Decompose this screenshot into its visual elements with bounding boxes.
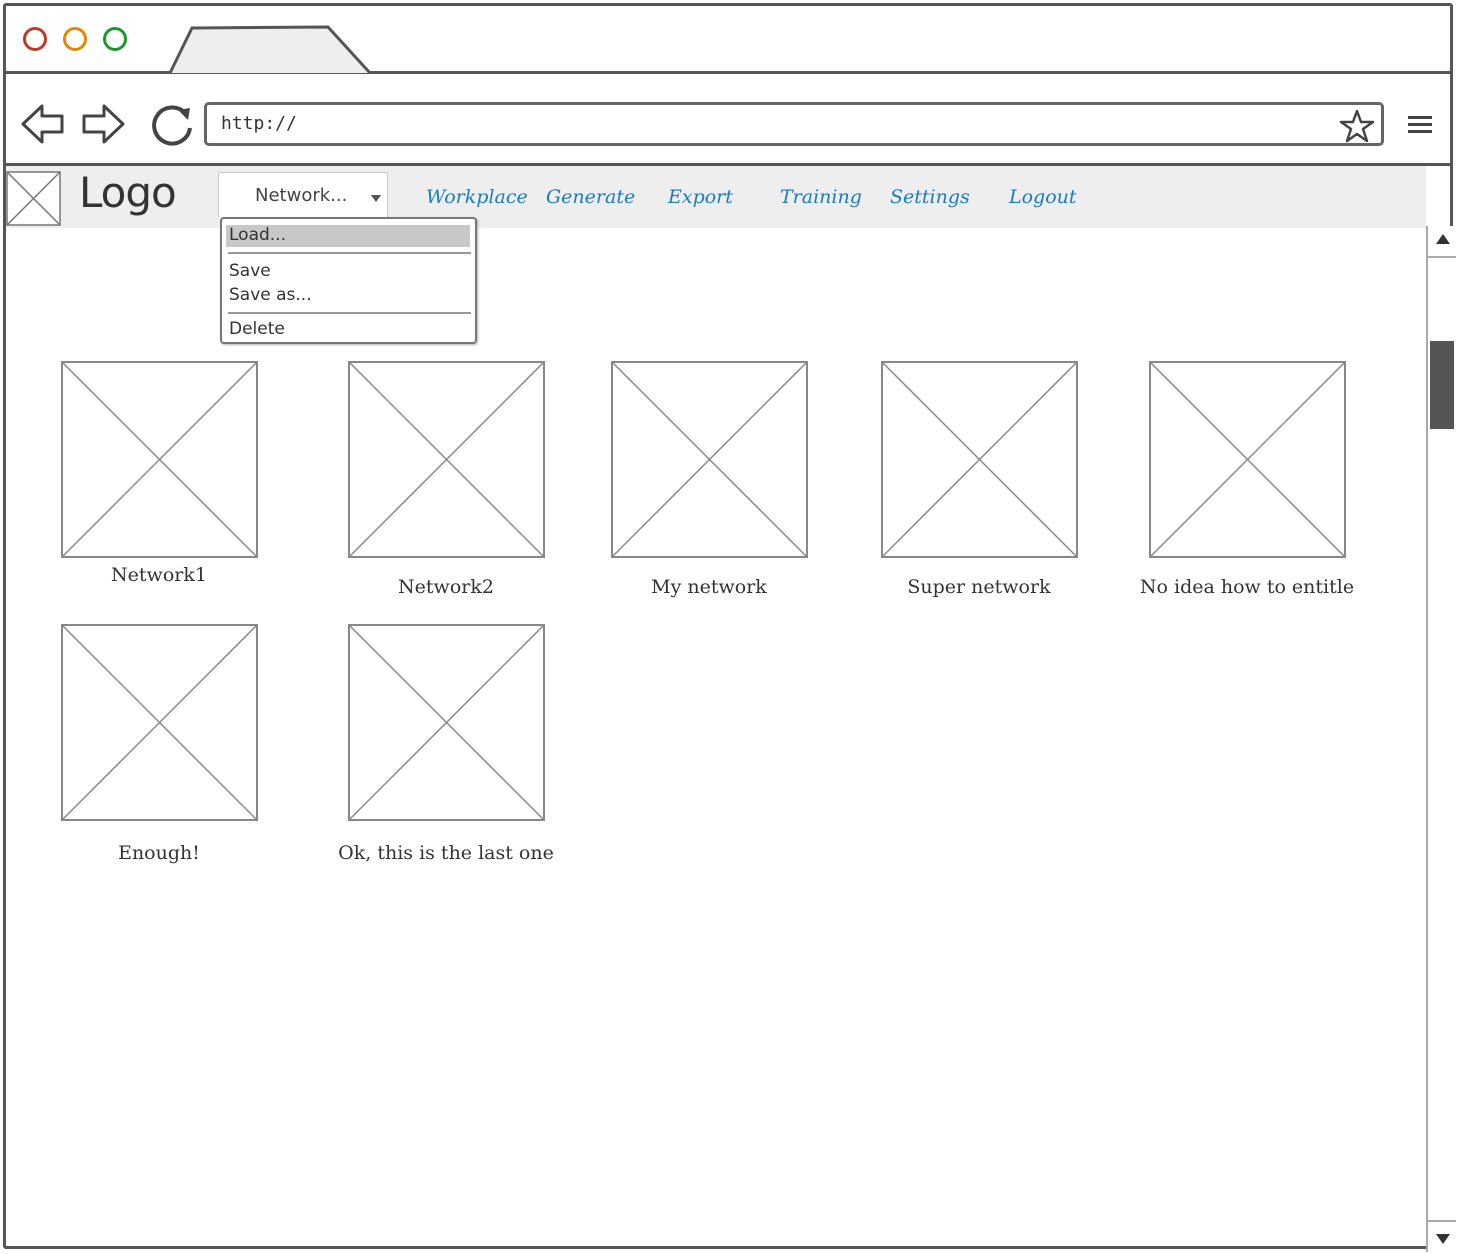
network-thumbnail[interactable] xyxy=(1149,361,1346,558)
back-arrow-icon[interactable] xyxy=(20,102,66,150)
nav-workplace[interactable]: Workplace xyxy=(426,186,528,208)
browser-tab[interactable] xyxy=(168,24,372,75)
scrollbar-thumb[interactable] xyxy=(1430,341,1454,429)
close-button[interactable] xyxy=(23,27,47,51)
scrollbar-divider xyxy=(1428,1220,1456,1222)
network-thumbnail[interactable] xyxy=(61,361,258,558)
network-menu: Load... Save Save as... Delete xyxy=(220,217,477,344)
scroll-down-arrow-icon[interactable] xyxy=(1436,1234,1450,1244)
network-thumbnail[interactable] xyxy=(348,361,545,558)
network-thumbnail[interactable] xyxy=(881,361,1078,558)
network-caption: No idea how to entitle xyxy=(1139,576,1355,598)
url-text: http:// xyxy=(221,113,297,134)
reload-icon[interactable] xyxy=(148,102,198,152)
nav-training[interactable]: Training xyxy=(780,186,862,208)
network-thumbnail[interactable] xyxy=(348,624,545,821)
network-dropdown[interactable]: Network... xyxy=(218,172,388,217)
network-caption: Network1 xyxy=(111,564,207,586)
dropdown-label: Network... xyxy=(255,185,348,206)
logo-text: Logo xyxy=(79,168,177,217)
hamburger-menu-icon[interactable] xyxy=(1406,114,1434,140)
network-thumbnail[interactable] xyxy=(611,361,808,558)
network-caption: Ok, this is the last one xyxy=(338,842,554,864)
menu-item-load[interactable]: Load... xyxy=(226,225,470,247)
menu-item-save[interactable]: Save xyxy=(226,261,470,283)
minimize-button[interactable] xyxy=(63,27,87,51)
bookmark-star-icon[interactable] xyxy=(1339,108,1375,148)
network-thumbnail[interactable] xyxy=(61,624,258,821)
maximize-button[interactable] xyxy=(103,27,127,51)
network-caption: Enough! xyxy=(118,842,200,864)
logo-image-icon xyxy=(6,171,61,226)
scrollbar-divider xyxy=(1428,256,1456,258)
nav-settings[interactable]: Settings xyxy=(890,186,970,208)
vertical-scrollbar[interactable] xyxy=(1426,226,1456,1252)
menu-separator xyxy=(228,252,471,254)
network-caption: Super network xyxy=(907,576,1051,598)
network-caption: My network xyxy=(651,576,767,598)
nav-generate[interactable]: Generate xyxy=(546,186,635,208)
browser-toolbar: http:// xyxy=(6,74,1450,166)
browser-window: http:// Logo Network... Workplace Genera… xyxy=(3,3,1456,1252)
menu-item-delete[interactable]: Delete xyxy=(226,319,470,341)
network-caption: Network2 xyxy=(398,576,494,598)
menu-item-save-as[interactable]: Save as... xyxy=(226,285,470,307)
scroll-up-arrow-icon[interactable] xyxy=(1436,234,1450,244)
nav-export[interactable]: Export xyxy=(668,186,733,208)
menu-separator xyxy=(228,312,471,314)
title-bar xyxy=(6,6,1450,75)
chevron-down-icon xyxy=(371,195,381,202)
nav-logout[interactable]: Logout xyxy=(1009,186,1077,208)
forward-arrow-icon[interactable] xyxy=(80,102,126,150)
app-navbar: Logo Network... Workplace Generate Expor… xyxy=(6,166,1426,228)
address-bar[interactable]: http:// xyxy=(204,102,1384,146)
